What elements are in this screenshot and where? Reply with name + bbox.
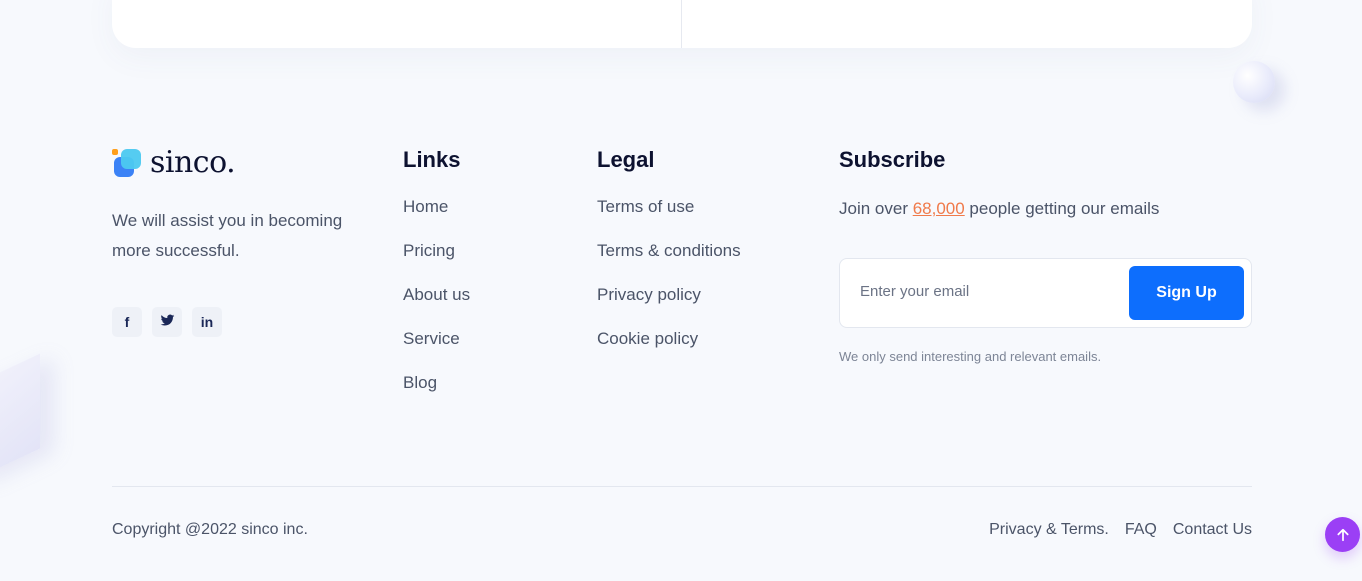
links-column: Links Home Pricing About us Service Blog <box>403 147 470 417</box>
brand-tagline: We will assist you in becoming more succ… <box>112 211 343 260</box>
linkedin-icon: in <box>200 314 214 330</box>
legal-item-privacy-policy[interactable]: Privacy policy <box>597 285 741 329</box>
legal-item-terms-conditions[interactable]: Terms & conditions <box>597 241 741 285</box>
legal-title: Legal <box>597 147 655 172</box>
link-item-home[interactable]: Home <box>403 197 470 241</box>
legal-item-terms-of-use[interactable]: Terms of use <box>597 197 741 241</box>
subscribe-column: Subscribe Join over 68,000 people gettin… <box>839 147 1252 364</box>
logo[interactable]: sinco. <box>112 144 372 180</box>
footer-link-contact[interactable]: Contact Us <box>1173 521 1252 539</box>
twitter-button[interactable] <box>152 307 182 337</box>
legal-item-cookie-policy[interactable]: Cookie policy <box>597 329 741 373</box>
copyright-text: Copyright @2022 sinco inc. <box>112 521 308 538</box>
legal-column: Legal Terms of use Terms & conditions Pr… <box>597 147 741 373</box>
email-form: Sign Up <box>839 258 1252 328</box>
footer-link-privacy-terms[interactable]: Privacy & Terms. <box>989 521 1109 539</box>
card-divider <box>681 0 682 48</box>
linkedin-button[interactable]: in <box>192 307 222 337</box>
logo-mark-icon <box>112 146 142 178</box>
footer-link-faq[interactable]: FAQ <box>1125 521 1157 539</box>
arrow-up-icon <box>1336 528 1349 541</box>
subscribe-note: We only send interesting and relevant em… <box>839 349 1102 364</box>
email-input[interactable] <box>860 283 1110 300</box>
link-item-about[interactable]: About us <box>403 285 470 329</box>
facebook-icon: f <box>124 314 130 330</box>
brand-column: sinco. We will assist you in becoming mo… <box>112 145 372 337</box>
scroll-to-top-button[interactable] <box>1325 517 1360 552</box>
footer-divider <box>112 486 1252 487</box>
link-item-pricing[interactable]: Pricing <box>403 241 470 285</box>
subscribe-title: Subscribe <box>839 147 946 172</box>
decorative-cube <box>0 353 40 482</box>
subscribe-text-before: Join over <box>839 199 913 218</box>
decorative-sphere <box>1233 61 1275 103</box>
links-title: Links <box>403 147 461 172</box>
link-item-service[interactable]: Service <box>403 329 470 373</box>
link-item-blog[interactable]: Blog <box>403 373 470 417</box>
social-links: f in <box>112 307 372 337</box>
facebook-button[interactable]: f <box>112 307 142 337</box>
top-card <box>112 0 1252 48</box>
subscribe-text-after: people getting our emails <box>964 199 1160 218</box>
sign-up-button[interactable]: Sign Up <box>1129 266 1244 320</box>
subscribe-text: Join over 68,000 people getting our emai… <box>839 199 1252 219</box>
legal-list: Terms of use Terms & conditions Privacy … <box>597 197 741 373</box>
footer-links: Privacy & Terms. FAQ Contact Us <box>989 521 1252 539</box>
subscriber-count: 68,000 <box>912 199 965 218</box>
links-list: Home Pricing About us Service Blog <box>403 197 470 417</box>
logo-text: sinco. <box>150 144 236 180</box>
twitter-icon <box>160 313 175 331</box>
